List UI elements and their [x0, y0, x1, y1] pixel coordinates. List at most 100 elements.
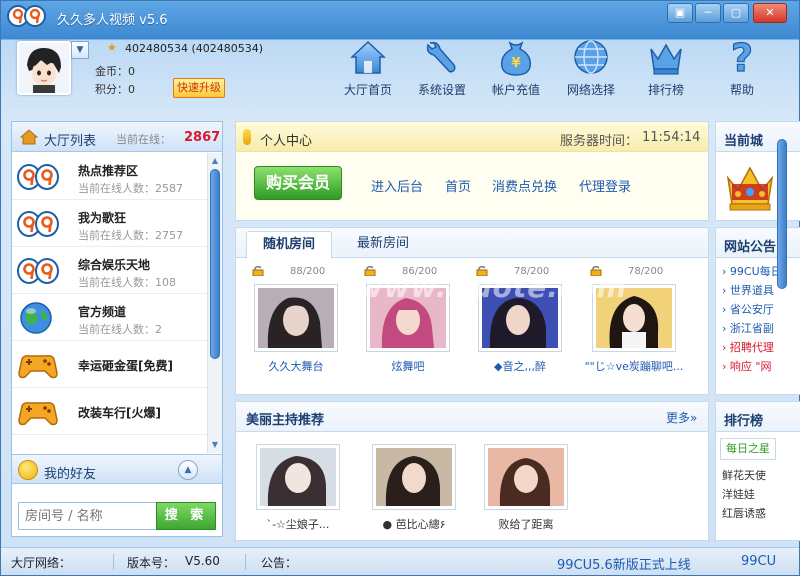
divider	[245, 554, 246, 570]
tab-newest-rooms[interactable]: 最新房间	[340, 231, 426, 259]
title-bar[interactable]: 久久多人视频 v5.6 ▣ ─ ▢ ✕	[1, 1, 799, 31]
link-agent-login[interactable]: 代理登录	[579, 176, 631, 195]
hall-item-name: 改装车行[火爆]	[78, 406, 161, 420]
lock-icon	[252, 266, 264, 276]
right-scrollbar[interactable]	[775, 129, 789, 539]
hall-item-name: 官方频道	[78, 305, 127, 319]
notice-label: 公告：	[261, 556, 298, 570]
room-card[interactable]: 86/200 炫舞吧	[348, 260, 458, 373]
hall-item-stat: 当前在线人数：2757	[78, 229, 183, 242]
menu-button[interactable]: ▣	[667, 3, 693, 23]
hall-item[interactable]: 幸运砸金蛋[免费]	[12, 341, 208, 388]
hosts-more-link[interactable]: 更多»	[666, 409, 697, 426]
hall-item[interactable]: 改装车行[火爆]	[12, 388, 208, 435]
room-card[interactable]: 88/200 久久大舞台	[236, 260, 346, 373]
scroll-thumb[interactable]	[777, 139, 787, 289]
hosts-panel: 美丽主持推荐 更多» `-☆尘娘子... ● 芭比心總۶ 败给了距离	[235, 401, 709, 541]
host-card[interactable]: `-☆尘娘子...	[236, 444, 346, 536]
smiley-icon	[18, 460, 38, 480]
link-home[interactable]: 首页	[445, 176, 471, 195]
hall-scrollbar[interactable]: ▲ ▼	[207, 153, 222, 453]
buy-vip-button[interactable]: 购买会员	[254, 166, 342, 200]
hall-item[interactable]: 热点推荐区 当前在线人数：2587	[12, 153, 208, 200]
hall-header: 大厅列表 当前在线： 2867	[12, 122, 222, 152]
scroll-up-icon[interactable]: ▲	[209, 155, 221, 167]
divider	[113, 554, 114, 570]
scroll-thumb[interactable]	[210, 169, 220, 359]
toolbar-settings-label: 系统设置	[417, 83, 466, 97]
close-button[interactable]: ✕	[753, 3, 787, 23]
room-photo	[478, 284, 562, 352]
upgrade-button[interactable]: 快速升级	[173, 78, 225, 98]
friends-header[interactable]: 我的好友 ▲	[12, 454, 222, 484]
maximize-button[interactable]: ▢	[723, 3, 749, 23]
toolbar-network[interactable]: 网络选择	[562, 35, 620, 101]
notice-text-2[interactable]: 99CU	[741, 554, 776, 569]
link-backend[interactable]: 进入后台	[371, 176, 423, 195]
search-button[interactable]: 搜 索	[156, 502, 216, 530]
toolbar-help[interactable]: ? 帮助	[713, 35, 771, 101]
app-window: 久久多人视频 v5.6 ▣ ─ ▢ ✕ ▼ ★ 402480534 (40248…	[0, 0, 800, 576]
minimize-button[interactable]: ─	[695, 3, 721, 23]
friends-title: 我的好友	[44, 467, 97, 482]
chat-logo-icon	[17, 164, 59, 190]
search-input[interactable]	[18, 502, 156, 530]
room-photo	[254, 284, 338, 352]
hall-item-name: 幸运砸金蛋[免费]	[78, 359, 173, 373]
hall-item-name: 综合娱乐天地	[78, 258, 151, 272]
user-id: 402480534 (402480534)	[125, 42, 264, 55]
collapse-icon[interactable]: ▲	[178, 460, 198, 480]
avatar[interactable]	[17, 41, 71, 95]
question-icon: ?	[730, 37, 753, 77]
toolbar-help-label: 帮助	[729, 83, 754, 97]
tab-random-rooms[interactable]: 随机房间	[246, 231, 332, 259]
room-name: 久久大舞台	[268, 360, 324, 373]
host-photo	[372, 444, 456, 510]
lock-icon	[590, 266, 602, 276]
scroll-down-icon[interactable]: ▼	[209, 439, 221, 451]
house-icon	[350, 40, 386, 74]
host-name: `-☆尘娘子...	[266, 518, 330, 531]
link-redeem[interactable]: 消费点兑换	[492, 176, 557, 195]
host-photo	[256, 444, 340, 510]
globe-icon	[20, 302, 52, 334]
room-capacity: 88/200	[290, 266, 326, 277]
host-photo	[484, 444, 568, 510]
avatar-dropdown[interactable]: ▼	[71, 41, 89, 59]
toolbar-recharge[interactable]: ¥ 帐户充值	[487, 35, 545, 101]
room-name: ""じ☆ve炭蹦聊吧...	[584, 360, 684, 373]
host-card[interactable]: 败给了距离	[464, 444, 574, 536]
toolbar-ranking[interactable]: 排行榜	[637, 35, 695, 101]
version-label: 版本号：	[127, 556, 176, 570]
coin-value: 0	[128, 65, 135, 78]
toolbar-settings[interactable]: 系统设置	[413, 35, 471, 101]
level-star-icon: ★	[107, 41, 117, 54]
hall-item[interactable]: 我为歌狂 当前在线人数：2757	[12, 200, 208, 247]
server-time-label: 服务器时间：	[560, 134, 639, 149]
toolbar-home[interactable]: 大厅首页	[339, 35, 397, 101]
toolbar-recharge-label: 帐户充值	[491, 83, 540, 97]
room-name: 炫舞吧	[391, 360, 425, 373]
svg-text:?: ?	[731, 37, 753, 77]
status-bar: 大厅网络： 版本号： V5.60 公告： 99CU5.6新版正式上线 99CU	[1, 547, 799, 575]
hall-item-stat: 当前在线人数：2587	[78, 182, 183, 195]
toolbar-ranking-label: 排行榜	[647, 83, 684, 97]
wrench-icon	[426, 41, 456, 73]
hall-title: 大厅列表	[44, 134, 97, 149]
host-card[interactable]: ● 芭比心總۶	[352, 444, 462, 536]
room-name: ◆音之,,,醉	[494, 360, 546, 373]
hall-item[interactable]: 综合娱乐天地 当前在线人数：108	[12, 247, 208, 294]
hall-panel: 大厅列表 当前在线： 2867 热点推荐区 当前在线人数：2587 我为歌狂 当…	[11, 121, 223, 537]
coin-row: 金币：0	[95, 63, 135, 79]
host-name: 败给了距离	[498, 518, 554, 531]
room-card[interactable]: 78/200 ""じ☆ve炭蹦聊吧...	[574, 260, 684, 373]
personal-header: 个人中心 服务器时间： 11:54:14	[236, 122, 708, 152]
hall-online-count: 2867	[184, 130, 221, 145]
notice-text[interactable]: 99CU5.6新版正式上线	[557, 554, 691, 573]
hall-item-name: 热点推荐区	[78, 164, 139, 178]
app-title: 久久多人视频 v5.6	[57, 13, 168, 28]
hall-item[interactable]: 官方频道 当前在线人数：2	[12, 294, 208, 341]
room-card[interactable]: 78/200 ◆音之,,,醉	[460, 260, 570, 373]
tab-daily-star[interactable]: 每日之星	[720, 438, 776, 460]
hosts-header: 美丽主持推荐 更多»	[236, 402, 708, 432]
